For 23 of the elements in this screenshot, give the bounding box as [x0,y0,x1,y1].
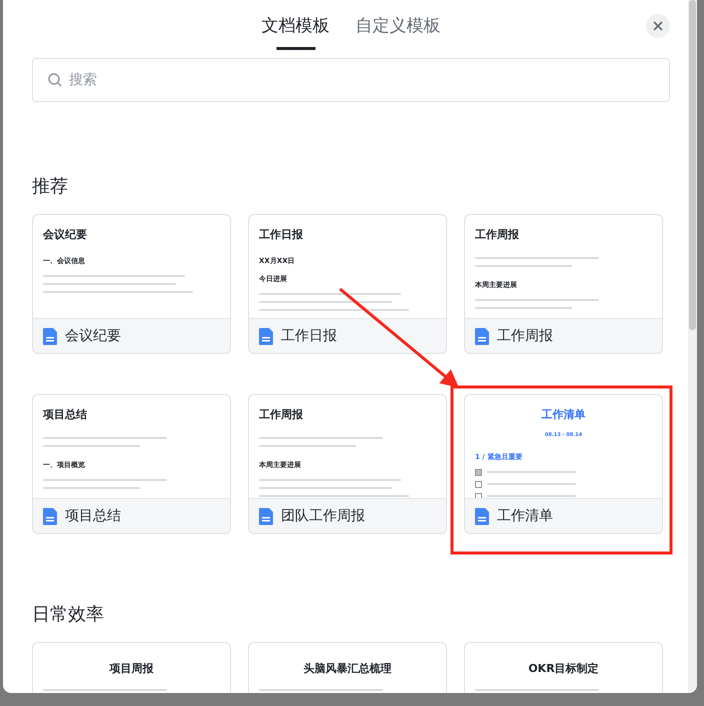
preview-title: 工作清单 [540,407,586,422]
preview-title: 项目周报 [110,661,154,676]
section-title: 推荐 [32,175,69,198]
template-card[interactable]: 头脑风暴汇总梳理 [248,642,447,693]
search-field[interactable]: 搜索 [32,58,670,102]
section-title: 日常效率 [32,603,105,626]
template-name: 会议纪要 [65,327,121,345]
preview-title: OKR目标制定 [528,661,599,676]
template-name: 团队工作周报 [281,507,365,525]
template-name: 工作周报 [497,327,553,345]
tab[interactable]: 文档模板 [262,4,330,50]
preview-title: 工作周报 [475,227,520,242]
template-card[interactable]: OKR目标制定 [464,642,663,693]
preview-title: 工作周报 [259,407,304,422]
preview-title: 工作日报 [259,227,304,242]
template-name: 工作清单 [497,507,553,525]
template-name: 工作日报 [281,327,337,345]
preview-title: 会议纪要 [43,227,88,242]
template-name: 项目总结 [65,507,121,525]
preview-title: 项目总结 [43,407,88,422]
template-card[interactable]: 项目周报 [32,642,231,693]
preview-title: 头脑风暴汇总梳理 [304,661,392,676]
tab[interactable]: 自定义模板 [356,4,440,50]
